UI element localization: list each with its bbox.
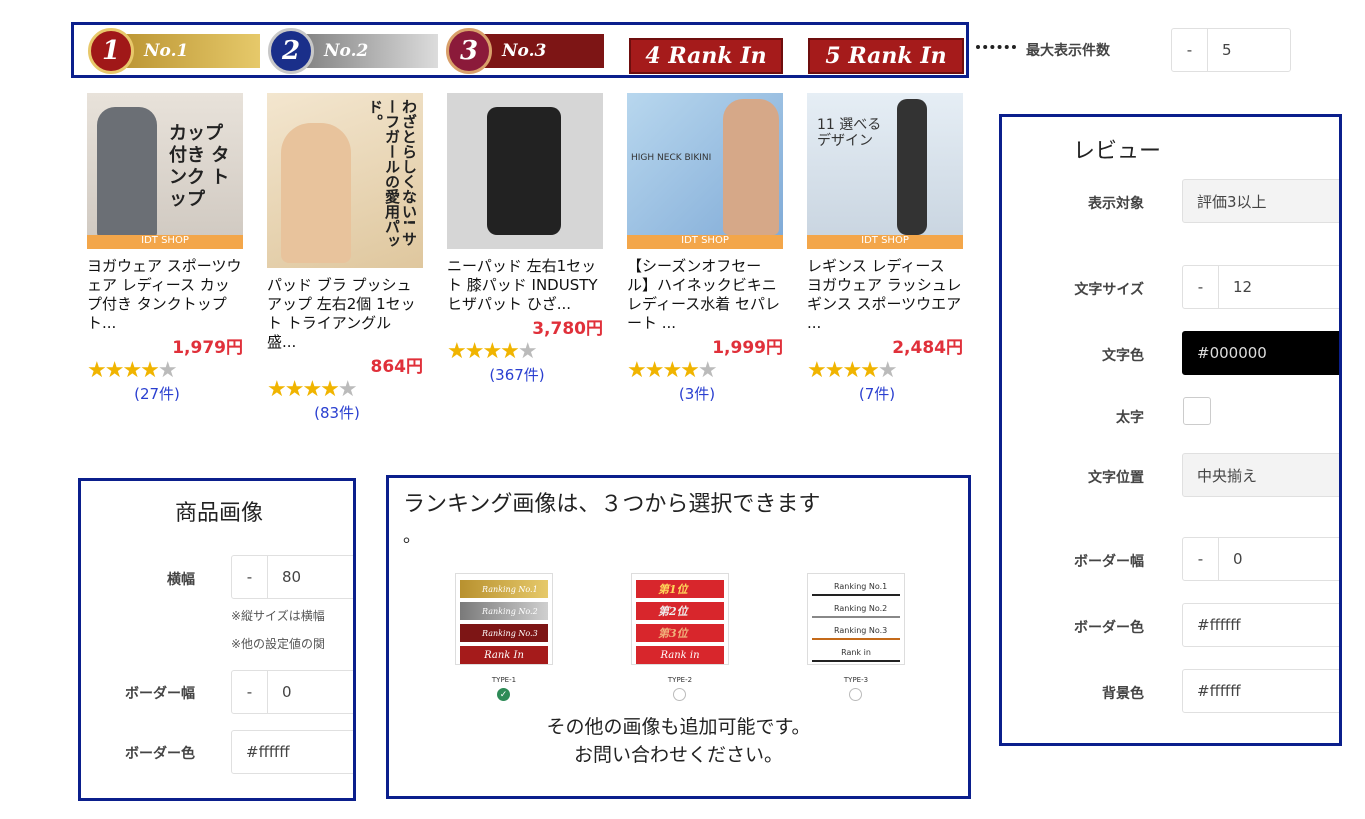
image-border-width-stepper[interactable]: - 0: [231, 670, 353, 714]
rank-medal-1: 1: [88, 28, 134, 74]
ranking-type-title: ランキング画像は、３つから選択できます: [403, 492, 821, 517]
product-card-1[interactable]: カップ付き タンク トップ IDT SHOP ヨガウェア スポーツウェア レディ…: [87, 93, 247, 404]
type-2-radio[interactable]: [673, 688, 686, 701]
product-title-5[interactable]: レギンス レディース ヨガウェア ラッシュレギンス スポーツウエア ...: [807, 257, 963, 333]
review-count-2[interactable]: (83件): [267, 402, 407, 423]
width-stepper[interactable]: - 80: [231, 555, 353, 599]
max-display-stepper[interactable]: - 5: [1171, 28, 1291, 72]
product-title-4[interactable]: 【シーズンオフセール】ハイネックビキニレディース水着 セパレート ...: [627, 257, 783, 333]
rating-stars-4: ★★★★★: [627, 358, 718, 383]
ranking-type-title-cont: 。: [403, 526, 421, 547]
text-align-select[interactable]: 中央揃え: [1182, 453, 1339, 497]
max-display-value[interactable]: 5: [1208, 41, 1232, 59]
review-border-color-input[interactable]: #ffffff: [1182, 603, 1339, 647]
font-size-value[interactable]: 12: [1219, 278, 1252, 296]
width-minus-button[interactable]: -: [232, 556, 268, 598]
product-price-1: 1,979円: [172, 338, 243, 358]
product-price-2: 864円: [370, 357, 424, 377]
text-align-label: 文字位置: [1088, 470, 1144, 486]
review-border-width-value[interactable]: 0: [1219, 550, 1243, 568]
display-target-select[interactable]: 評価3以上: [1182, 179, 1339, 223]
product-image-1[interactable]: カップ付き タンク トップ IDT SHOP: [87, 93, 243, 249]
review-count-5[interactable]: (7件): [807, 383, 947, 404]
rank-box-4: 4 Rank In: [629, 38, 783, 74]
rating-stars-5: ★★★★★: [807, 358, 898, 383]
font-size-minus-button[interactable]: -: [1183, 266, 1219, 308]
review-count-3[interactable]: (367件): [447, 364, 587, 385]
review-border-color-label: ボーダー色: [1074, 620, 1144, 636]
max-display-minus-button[interactable]: -: [1172, 29, 1208, 71]
product-image-3[interactable]: [447, 93, 603, 249]
review-count-4[interactable]: (3件): [627, 383, 767, 404]
rank-medal-2: 2: [268, 28, 314, 74]
image-border-width-value[interactable]: 0: [268, 683, 292, 701]
product-image-4[interactable]: HIGH NECK BIKINI IDT SHOP: [627, 93, 783, 249]
rank-label-3: No.3: [502, 41, 547, 61]
background-color-label: 背景色: [1102, 686, 1144, 702]
rank-box-5: 5 Rank In: [808, 38, 964, 74]
product-title-2[interactable]: パッド ブラ プッシュアップ 左右2個 1セット トライアングル 盛...: [267, 276, 423, 352]
review-border-width-minus-button[interactable]: -: [1183, 538, 1219, 580]
height-note: ※縦サイズは横幅: [231, 609, 325, 623]
image-border-width-minus-button[interactable]: -: [232, 671, 268, 713]
image-panel-title: 商品画像: [174, 501, 263, 526]
type-1-radio[interactable]: ✓: [497, 688, 510, 701]
max-display-label: 最大表示件数: [1026, 43, 1110, 59]
bold-checkbox[interactable]: [1183, 397, 1211, 425]
ranking-type-panel: ランキング画像は、３つから選択できます 。 Ranking No.1 Ranki…: [386, 475, 971, 799]
font-color-label: 文字色: [1102, 348, 1144, 364]
product-price-3: 3,780円: [532, 319, 603, 339]
review-count-1[interactable]: (27件): [87, 383, 227, 404]
connector-dash: [976, 45, 1016, 49]
bold-label: 太字: [1116, 410, 1144, 426]
rank-label-2: No.2: [324, 41, 369, 61]
review-settings-panel: レビュー 表示対象 評価3以上 文字サイズ - 12 文字色 #000000 太…: [999, 114, 1342, 746]
display-target-label: 表示対象: [1088, 196, 1144, 212]
image-border-width-label: ボーダー幅: [125, 686, 195, 702]
type-3-preview[interactable]: Ranking No.1 Ranking No.2 Ranking No.3 R…: [807, 573, 905, 665]
font-size-stepper[interactable]: - 12: [1182, 265, 1339, 309]
rating-stars-1: ★★★★★: [87, 358, 178, 383]
product-image-2[interactable]: わざとらしくない! サーフガールの愛用パッド。: [267, 93, 423, 268]
type-3-radio[interactable]: [849, 688, 862, 701]
width-value[interactable]: 80: [268, 568, 301, 586]
rank-medal-3: 3: [446, 28, 492, 74]
rating-stars-2: ★★★★★: [267, 377, 358, 402]
product-title-1[interactable]: ヨガウェア スポーツウェア レディース カップ付き タンクトップ ト...: [87, 257, 243, 333]
type-1-label: TYPE-1: [491, 676, 517, 684]
type-2-label: TYPE-2: [667, 676, 693, 684]
background-color-input[interactable]: #ffffff: [1182, 669, 1339, 713]
font-color-input[interactable]: #000000: [1182, 331, 1339, 375]
type-2-preview[interactable]: 第1位 第2位 第3位 Rank in: [631, 573, 729, 665]
product-card-3[interactable]: ニーパッド 左右1セット 膝パッド INDUSTY ヒザパット ひざ... 3,…: [447, 93, 607, 385]
image-border-color-label: ボーダー色: [125, 746, 195, 762]
product-price-5: 2,484円: [892, 338, 963, 358]
image-border-color-input[interactable]: #ffffff: [231, 730, 353, 774]
rating-stars-3: ★★★★★: [447, 339, 538, 364]
other-settings-note: ※他の設定値の関: [231, 637, 326, 651]
product-title-3[interactable]: ニーパッド 左右1セット 膝パッド INDUSTY ヒザパット ひざ...: [447, 257, 603, 314]
image-settings-panel: 商品画像 横幅 - 80 ※縦サイズは横幅 ※他の設定値の関 ボーダー幅 - 0…: [78, 478, 356, 801]
type-1-preview[interactable]: Ranking No.1 Ranking No.2 Ranking No.3 R…: [455, 573, 553, 665]
review-border-width-stepper[interactable]: - 0: [1182, 537, 1339, 581]
width-label: 横幅: [167, 572, 195, 588]
product-card-2[interactable]: わざとらしくない! サーフガールの愛用パッド。 パッド ブラ プッシュアップ 左…: [267, 93, 427, 423]
product-card-4[interactable]: HIGH NECK BIKINI IDT SHOP 【シーズンオフセール】ハイネ…: [627, 93, 787, 404]
more-images-note: その他の画像も追加可能です。: [546, 716, 811, 738]
product-price-4: 1,999円: [712, 338, 783, 358]
type-3-label: TYPE-3: [843, 676, 869, 684]
font-size-label: 文字サイズ: [1074, 282, 1144, 298]
review-border-width-label: ボーダー幅: [1074, 554, 1144, 570]
contact-note: お問い合わせください。: [573, 744, 783, 766]
product-card-5[interactable]: 11 選べる デザイン IDT SHOP レギンス レディース ヨガウェア ラッ…: [807, 93, 967, 404]
ranking-bar: No.1 1 No.2 2 No.3 3 4 Rank In 5 Rank In: [71, 22, 969, 78]
product-image-5[interactable]: 11 選べる デザイン IDT SHOP: [807, 93, 963, 249]
rank-label-1: No.1: [144, 41, 189, 61]
review-panel-title: レビュー: [1072, 139, 1161, 164]
